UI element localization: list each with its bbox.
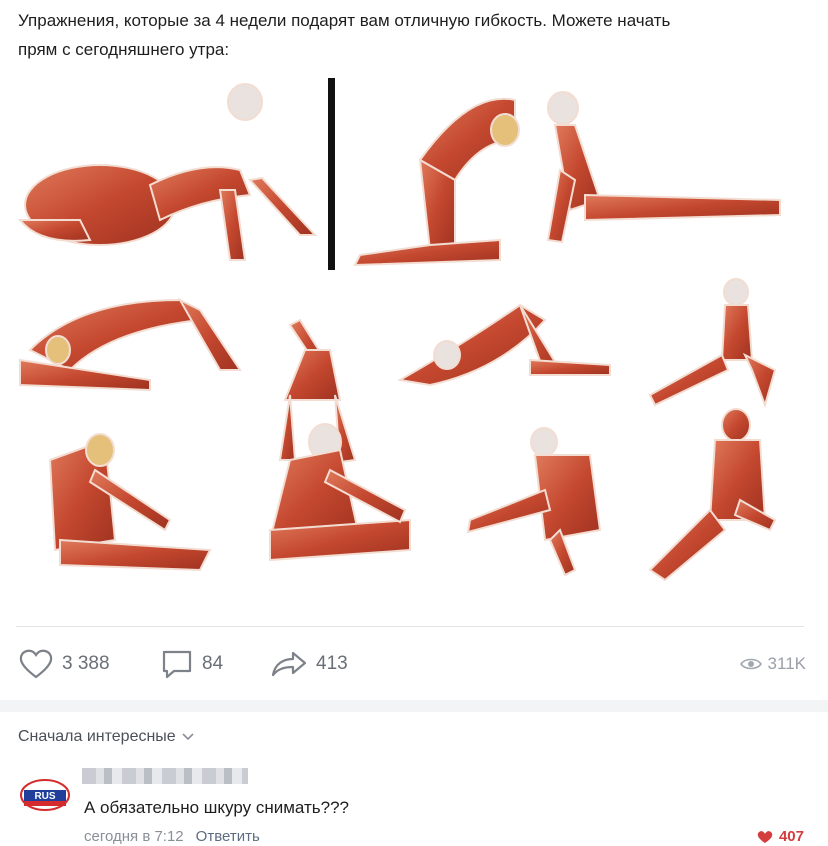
post-text-line-2: прям с сегодняшнего утра: — [18, 40, 230, 59]
figure-seated-crossed-leg — [648, 408, 777, 582]
comment-count: 84 — [202, 653, 224, 674]
figure-cat-pose — [17, 83, 318, 261]
share-icon — [271, 651, 307, 677]
figure-side-lunge — [648, 278, 777, 409]
exercise-image[interactable] — [0, 70, 828, 610]
comment-icon — [162, 650, 192, 679]
reply-button[interactable]: Ответить — [196, 828, 260, 845]
sort-label: Сначала интересные — [18, 728, 176, 745]
comment-time: сегодня в 7:12 — [84, 828, 184, 845]
comment-meta: сегодня в 7:12 Ответить — [84, 828, 260, 845]
avatar[interactable]: RUS — [20, 778, 70, 812]
figure-bridge-pose — [19, 297, 242, 392]
anatomy-figures-illustration — [17, 78, 781, 582]
like-count: 3 388 — [62, 653, 110, 674]
figure-seated-reach-1 — [48, 433, 212, 572]
post-text: Упражнения, которые за 4 недели подарят … — [18, 6, 808, 64]
comment-button[interactable]: 84 — [160, 640, 223, 688]
figure-cobra-pose — [546, 91, 781, 244]
comment-text: А обязательно шкуру снимать??? — [84, 798, 350, 817]
figure-child-pose — [397, 303, 611, 387]
chevron-down-icon — [182, 733, 194, 741]
comment-item: RUS А обязательно шкуру снимать??? сегод… — [0, 760, 828, 846]
author-name-blurred[interactable] — [82, 768, 248, 784]
share-button[interactable]: 413 — [270, 640, 348, 688]
share-count: 413 — [316, 653, 348, 674]
heart-icon — [19, 649, 53, 679]
views-counter: 311K — [739, 640, 806, 688]
like-button[interactable]: 3 388 — [18, 640, 110, 688]
figure-kneeling-arch — [353, 97, 520, 267]
post-text-line-1: Упражнения, которые за 4 недели подарят … — [18, 11, 671, 30]
comment-like-count: 407 — [778, 828, 804, 845]
post-divider — [16, 626, 804, 627]
comment-sort-dropdown[interactable]: Сначала интересные — [18, 728, 194, 746]
avatar-label: RUS — [34, 791, 55, 802]
heart-filled-icon — [757, 830, 773, 843]
post-actions: 3 388 84 413 — [0, 640, 828, 688]
eye-icon — [739, 658, 762, 670]
figure-seated-twist — [466, 427, 602, 577]
section-separator — [0, 700, 828, 712]
views-count: 311K — [767, 654, 806, 673]
comment-like-button[interactable]: 407 — [757, 828, 804, 845]
